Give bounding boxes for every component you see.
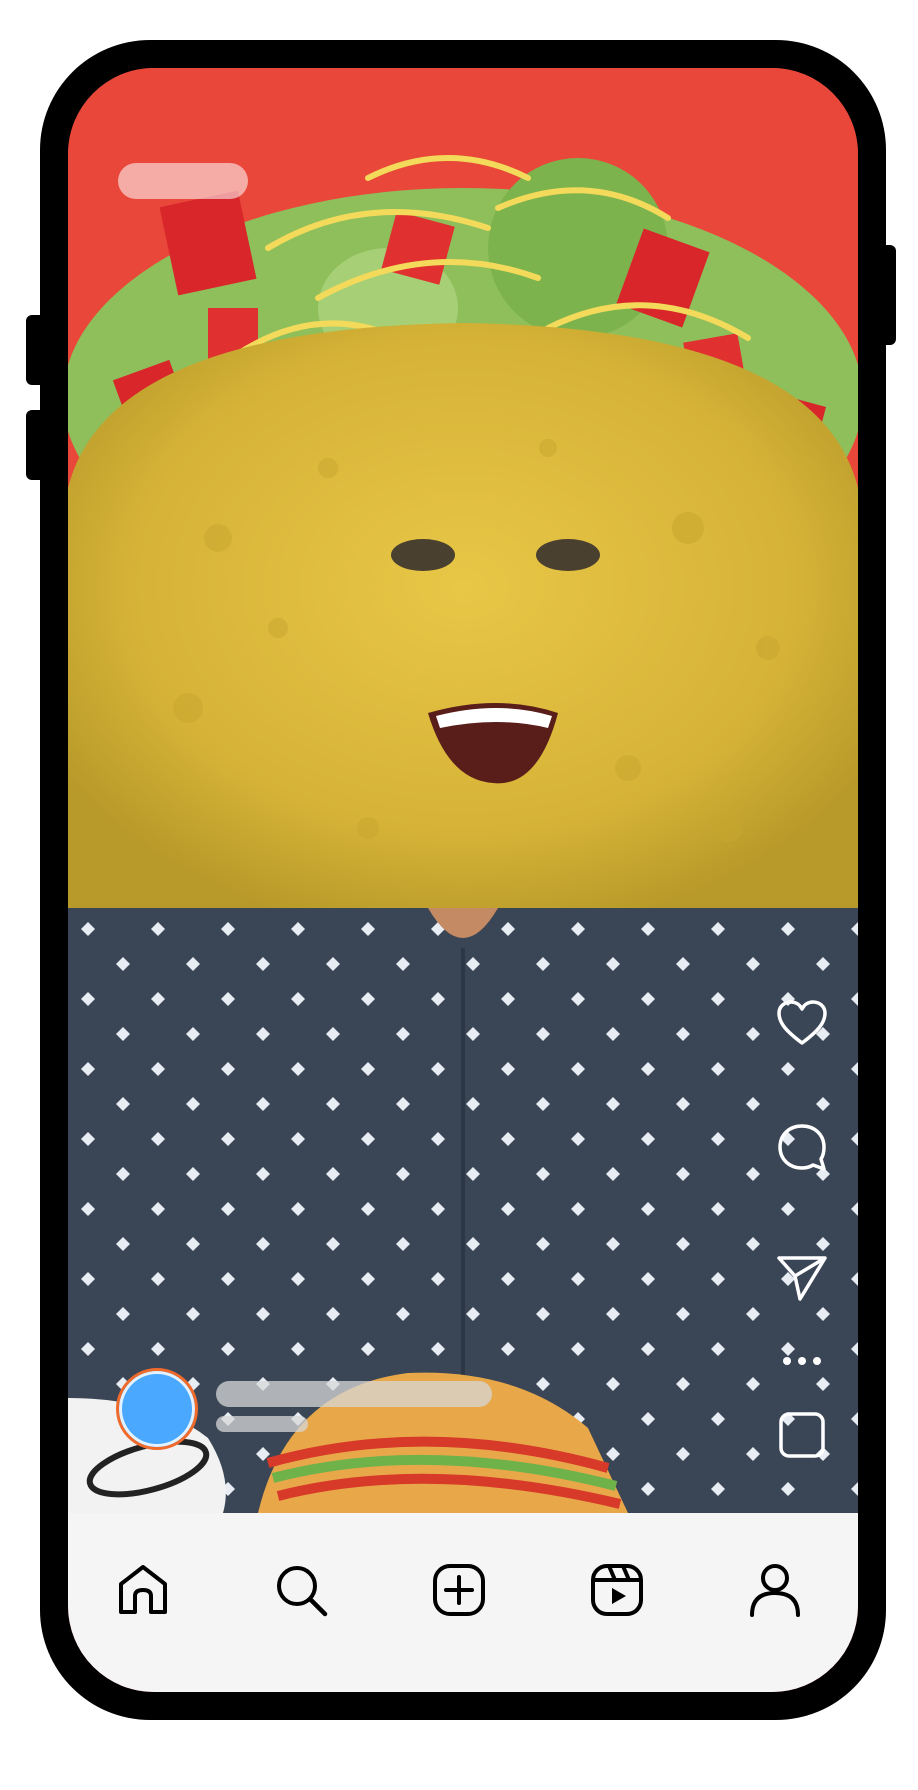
reel-video[interactable] (68, 68, 858, 1513)
tab-create[interactable] (424, 1555, 494, 1625)
tab-search[interactable] (266, 1555, 336, 1625)
bottom-tab-bar (68, 1513, 858, 1692)
author-name-placeholder (216, 1381, 492, 1407)
share-button[interactable] (772, 1248, 832, 1308)
audio-thumbnail-icon (779, 1412, 825, 1458)
phone-frame (40, 40, 886, 1720)
heart-icon (777, 1000, 827, 1045)
like-button[interactable] (772, 993, 832, 1053)
comment-icon (778, 1124, 826, 1171)
reels-icon (591, 1564, 643, 1616)
tab-reels[interactable] (582, 1555, 652, 1625)
audio-thumbnail-button[interactable] (772, 1405, 832, 1465)
send-icon (777, 1256, 827, 1301)
camera-pill-placeholder (118, 163, 248, 199)
home-icon (119, 1565, 167, 1614)
search-icon (277, 1566, 328, 1617)
caption-placeholder (216, 1416, 308, 1432)
profile-icon (750, 1564, 800, 1617)
reel-screen (68, 68, 858, 1692)
comment-button[interactable] (772, 1118, 832, 1178)
tab-home[interactable] (108, 1555, 178, 1625)
more-icon (783, 1357, 821, 1365)
plus-square-icon (433, 1564, 485, 1616)
more-button[interactable] (772, 1341, 832, 1381)
author-avatar[interactable] (116, 1368, 198, 1450)
tab-profile[interactable] (740, 1555, 810, 1625)
